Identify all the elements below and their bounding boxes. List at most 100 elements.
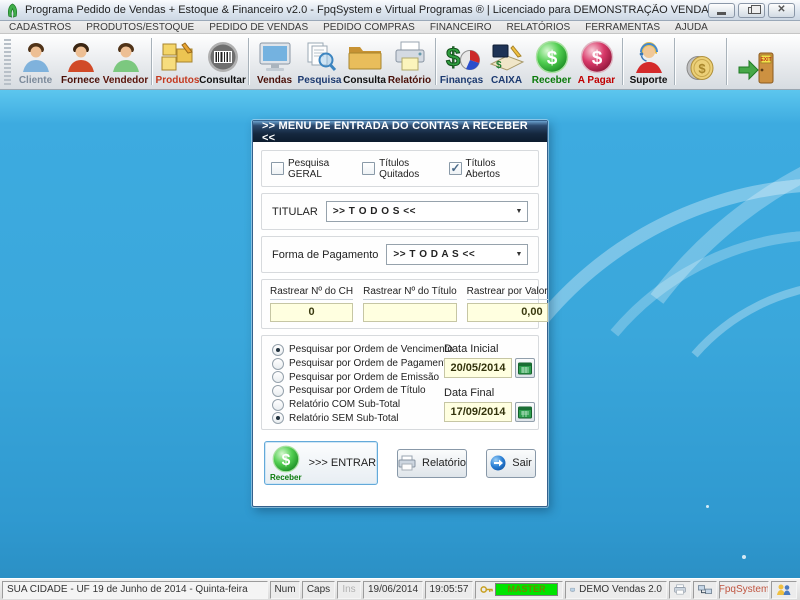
produtos-boxes-icon (160, 39, 196, 75)
financas-dollar-pie-icon: $ (444, 39, 480, 75)
order-options-group: Pesquisar por Ordem de Vencimento Pesqui… (261, 335, 539, 430)
status-brand: FpqSystem (719, 581, 769, 599)
sair-label: Sair (512, 457, 532, 469)
toolbar-button-exit[interactable]: EXIT (730, 35, 782, 88)
radio-icon (272, 371, 284, 383)
toolbar-button-fornecedor[interactable]: Fornece (58, 35, 103, 88)
rastrear-ch-input[interactable]: 0 (270, 303, 353, 322)
calendar-button-inicial[interactable] (515, 358, 535, 378)
status-printer (669, 581, 691, 599)
status-bar: SUA CIDADE - UF 19 de Junho de 2014 - Qu… (0, 578, 800, 600)
status-users (771, 581, 797, 599)
dialog-titlebar[interactable]: >> MENU DE ENTRADA DO CONTAS A RECEBER <… (253, 121, 547, 142)
toolbar-button-produtos[interactable]: Produtos (155, 35, 200, 88)
checkbox-label: Títulos Quitados (379, 158, 448, 180)
data-final-input[interactable]: 17/09/2014 (444, 402, 512, 422)
status-time: 19:05:57 (425, 581, 473, 599)
menu-cadastros[interactable]: CADASTROS (9, 22, 71, 33)
titular-select[interactable]: >> T O D O S << ▼ (326, 201, 528, 222)
go-arrow-icon (490, 455, 506, 471)
checkbox-titulos-abertos[interactable]: Títulos Abertos (449, 158, 529, 180)
chevron-down-icon: ▼ (511, 208, 527, 215)
rastrear-titulo-column: Rastrear Nº do Título (363, 286, 457, 328)
menu-ajuda[interactable]: AJUDA (675, 22, 708, 33)
toolbar-separator (622, 38, 623, 85)
svg-text:EXIT: EXIT (760, 57, 771, 63)
toolbar-button-cliente[interactable]: Cliente (13, 35, 58, 88)
radio-label: Pesquisar por Ordem de Vencimento (289, 344, 453, 355)
restore-button[interactable] (738, 3, 765, 18)
menu-relatorios[interactable]: RELATÓRIOS (507, 22, 571, 33)
toolbar-button-vendas[interactable]: Vendas (252, 35, 297, 88)
toolbar-button-caixa[interactable]: $ CAIXA (484, 35, 529, 88)
entrar-button[interactable]: $ Receber >>> ENTRAR (264, 441, 378, 485)
toolbar-button-a-pagar[interactable]: $ A Pagar (574, 35, 619, 88)
radio-label: Relatório COM Sub-Total (289, 399, 400, 410)
toolbar-separator (151, 38, 152, 85)
contas-a-receber-dialog: >> MENU DE ENTRADA DO CONTAS A RECEBER <… (252, 120, 548, 507)
checkbox-label: Pesquisa GERAL (288, 158, 362, 180)
close-button[interactable]: ✕ (768, 3, 795, 18)
radio-icon (272, 399, 284, 411)
data-final-label: Data Final (444, 387, 538, 399)
checkbox-pesquisa-geral[interactable]: Pesquisa GERAL (271, 158, 362, 180)
menu-financeiro[interactable]: FINANCEIRO (430, 22, 492, 33)
toolbar-button-consulta[interactable]: Consulta (342, 35, 387, 88)
dialog-button-row: $ Receber >>> ENTRAR Relatório Sair (261, 441, 539, 485)
menu-produtos-estoque[interactable]: PRODUTOS/ESTOQUE (86, 22, 194, 33)
app-icon (5, 3, 20, 18)
menu-ferramentas[interactable]: FERRAMENTAS (585, 22, 660, 33)
vendedor-person-icon (110, 39, 142, 75)
vendas-monitor-icon (258, 39, 292, 75)
minimize-button[interactable] (708, 3, 735, 18)
toolbar-label: Pesquisa (298, 75, 342, 86)
forma-pagamento-select[interactable]: >> T O D A S << ▼ (386, 244, 528, 265)
app-version-label: DEMO Vendas 2.0 (579, 584, 662, 595)
pesquisa-magnifier-icon (303, 39, 337, 75)
toolbar-label: Vendedor (103, 75, 149, 86)
wallpaper-dot (742, 555, 746, 559)
checkbox-icon (271, 162, 284, 175)
toolbar-button-consultar[interactable]: Consultar (200, 35, 245, 88)
toolbar-button-receber[interactable]: $ Receber (529, 35, 574, 88)
toolbar-label: Relatório (388, 75, 431, 86)
toolbar-separator (248, 38, 249, 85)
menu-pedido-vendas[interactable]: PEDIDO DE VENDAS (209, 22, 308, 33)
toolbar-button-pesquisa[interactable]: Pesquisa (297, 35, 342, 88)
toolbar-button-suporte[interactable]: Suporte (626, 35, 671, 88)
toolbar-label: A Pagar (578, 75, 615, 86)
rastrear-ch-column: Rastrear Nº do CH 0 (270, 286, 353, 328)
printer-icon (398, 455, 416, 471)
toolbar-label: Cliente (19, 75, 52, 86)
svg-text:$: $ (591, 48, 602, 69)
relatorio-button[interactable]: Relatório (397, 449, 467, 478)
fornecedor-person-icon (65, 39, 97, 75)
sair-button[interactable]: Sair (486, 449, 536, 478)
toolbar-label: CAIXA (491, 75, 522, 86)
toolbar-button-vendedor[interactable]: Vendedor (103, 35, 148, 88)
toolbar-button-relatorio[interactable]: Relatório (387, 35, 432, 88)
calendar-button-final[interactable] (515, 402, 535, 422)
toolbar-button-moeda[interactable]: $ (678, 35, 723, 88)
caixa-book-icon: $ (489, 39, 525, 75)
checkbox-titulos-quitados[interactable]: Títulos Quitados (362, 158, 448, 180)
svg-text:$: $ (546, 48, 557, 69)
rastrear-valor-input[interactable]: 0,00 (467, 303, 548, 322)
minimize-icon (717, 12, 726, 15)
date-range-column: Data Inicial 20/05/2014 Data Final 17/09… (444, 343, 538, 431)
radio-label: Pesquisar por Ordem de Emissão (289, 372, 439, 383)
menu-pedido-compras[interactable]: PEDIDO COMPRAS (323, 22, 415, 33)
toolbar-label: Consulta (343, 75, 386, 86)
receber-icon-label: Receber (270, 474, 302, 482)
radio-icon (272, 358, 284, 370)
rastrear-titulo-input[interactable] (363, 303, 457, 322)
receber-dollar-sphere-icon: $ (535, 39, 569, 75)
data-inicial-input[interactable]: 20/05/2014 (444, 358, 512, 378)
toolbar-separator (435, 38, 436, 85)
suporte-headset-person-icon (632, 39, 666, 75)
status-location: SUA CIDADE - UF 19 de Junho de 2014 - Qu… (2, 581, 268, 599)
toolbar-separator (726, 38, 727, 85)
toolbar-button-financas[interactable]: $ Finanças (439, 35, 484, 88)
users-icon (776, 583, 792, 596)
rastrear-valor-label: Rastrear por Valor (467, 286, 548, 300)
